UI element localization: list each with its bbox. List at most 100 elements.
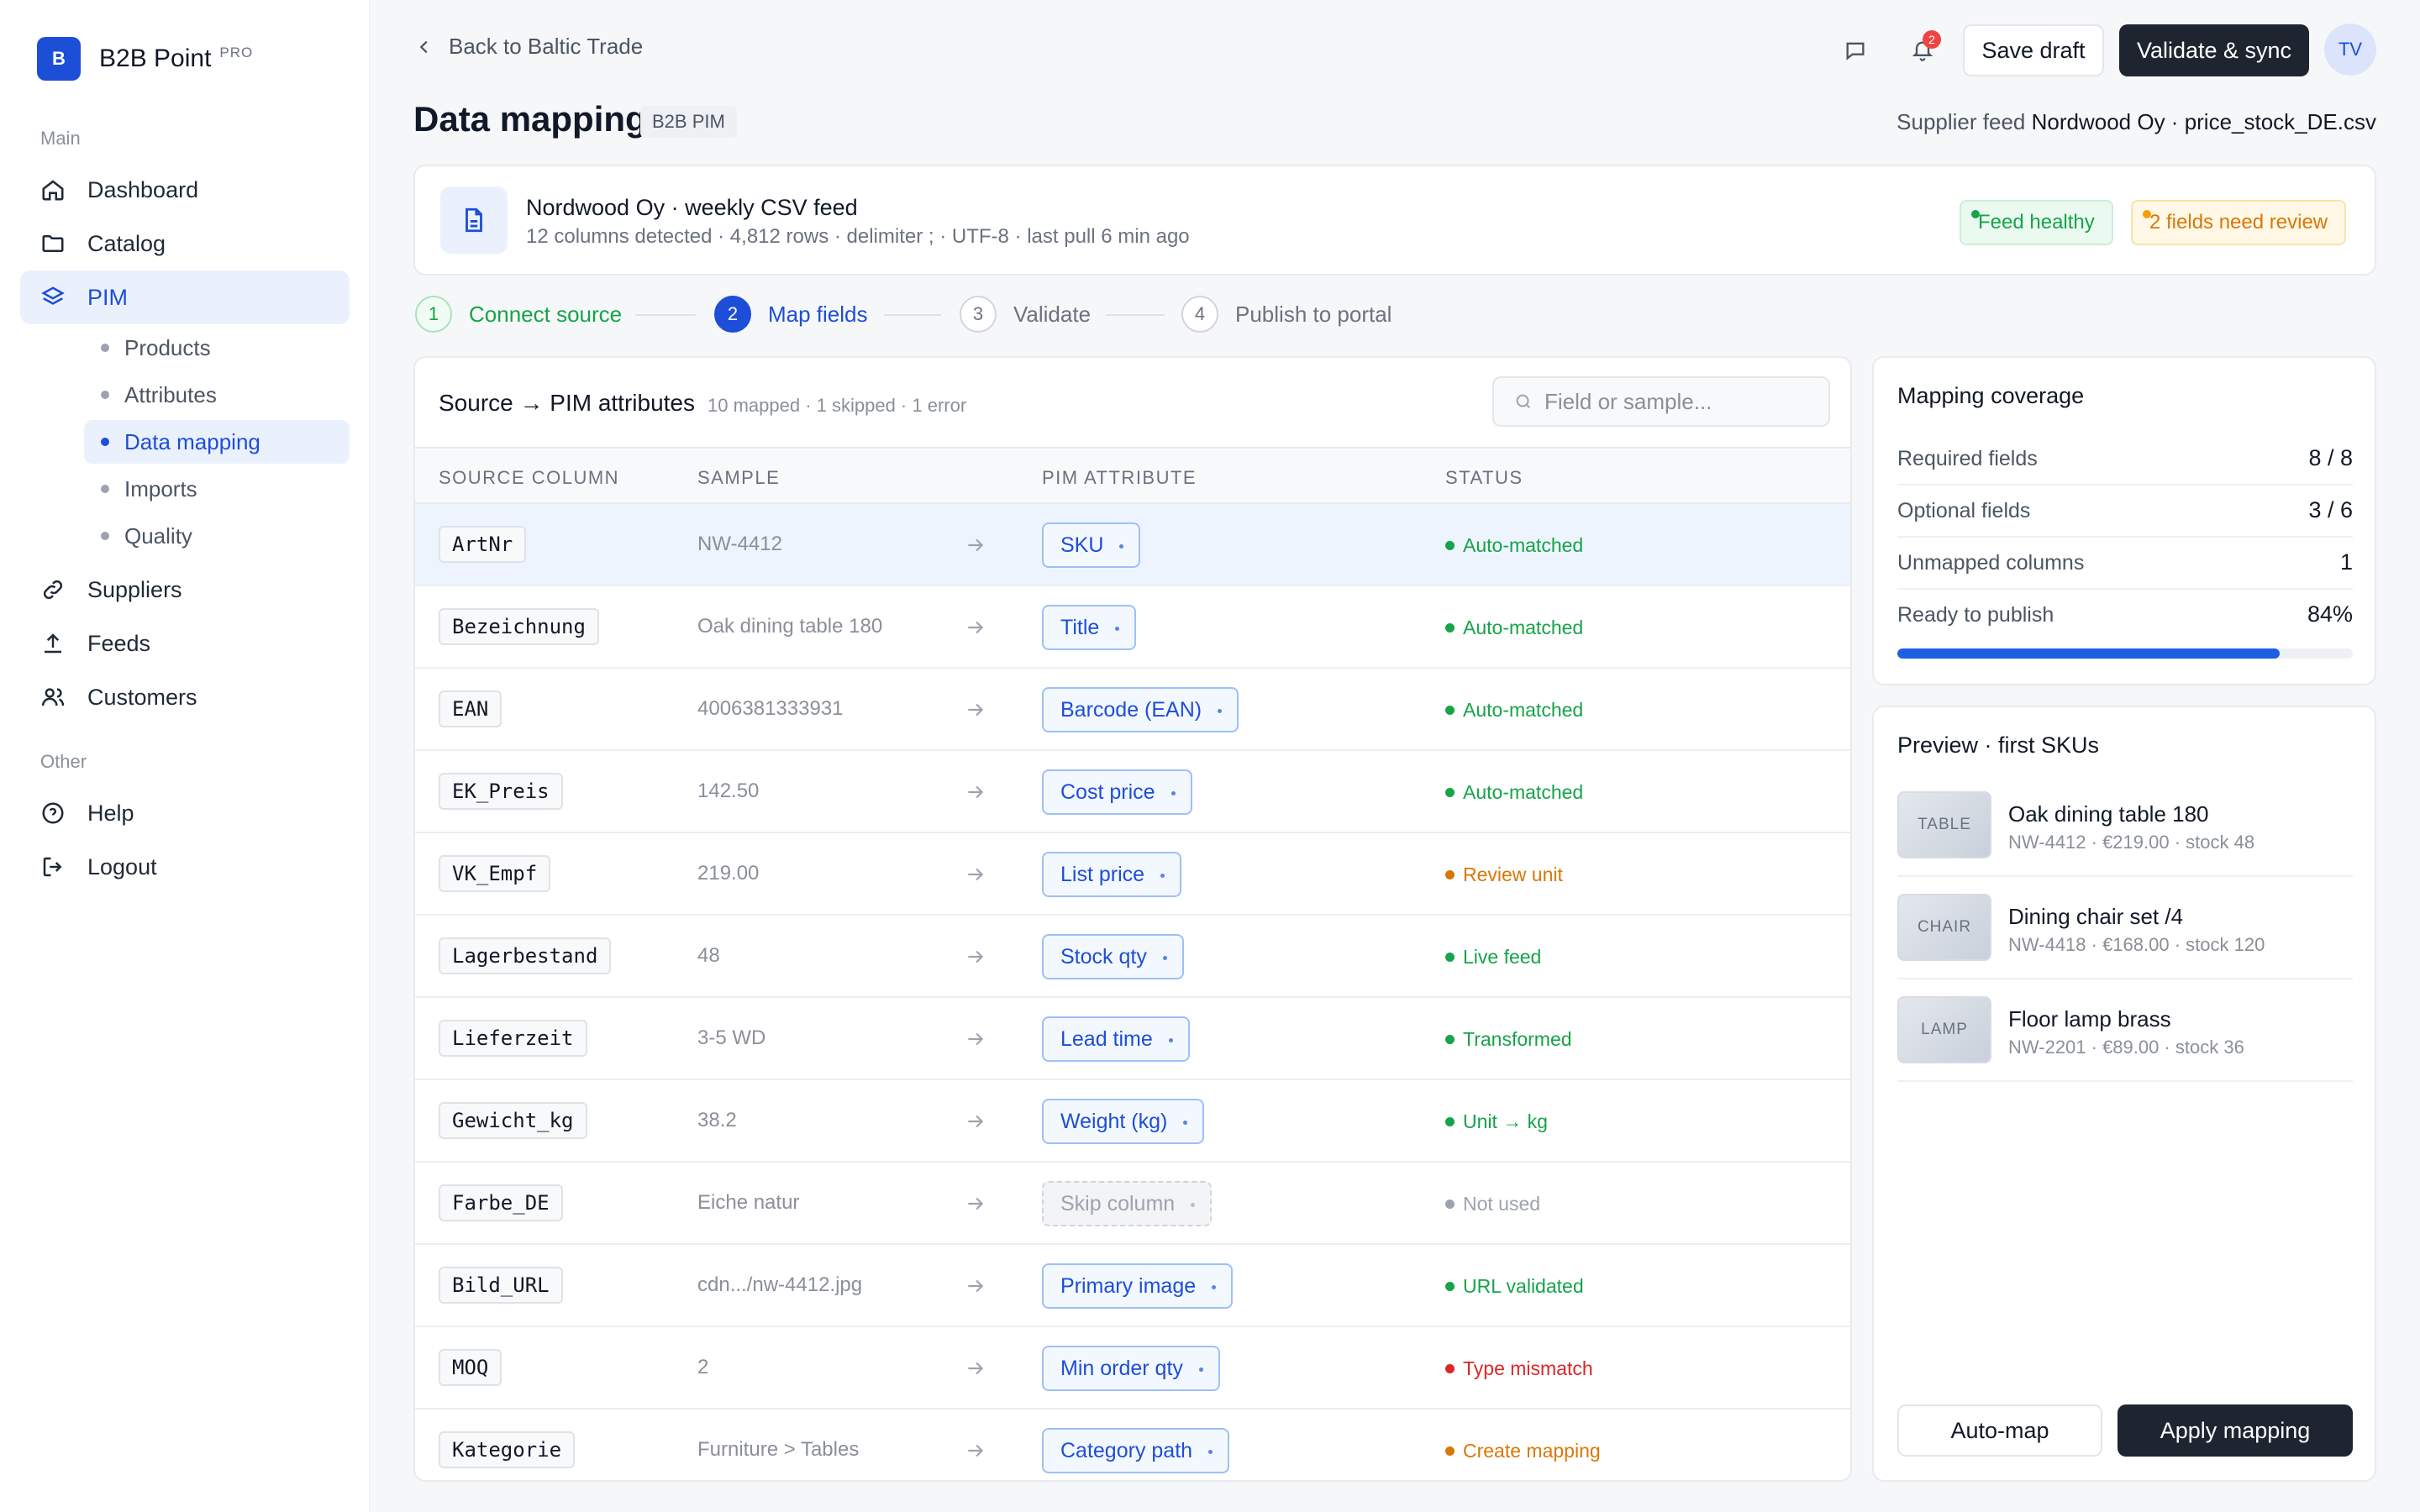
table-row[interactable]: Bezeichnung Oak dining table 180 Title Auto… [415,586,1850,669]
search-box[interactable] [1492,376,1830,427]
sidebar-subitem-attributes[interactable]: Attributes [84,373,350,417]
sidebar-item-pim[interactable]: PIM [20,270,350,324]
sidebar-item-help[interactable]: Help [20,786,350,840]
mapping-status: Auto-matched [1445,699,1583,722]
folder-icon [42,235,64,252]
validate-sync-button[interactable]: Validate & sync [2119,24,2309,76]
back-link[interactable]: Back to Baltic Trade [415,34,643,60]
brand[interactable]: B B2B Point PRO [37,37,253,81]
supplier-prefix: Supplier feed [1897,109,2026,134]
sku-preview-item[interactable]: TABLE Oak dining table 180 NW-4412 · €219.… [1897,774,2353,877]
plan-badge: PRO [219,45,254,60]
pim-attribute-select[interactable]: Skip column [1042,1181,1213,1226]
table-row[interactable]: ArtNr NW-4412 SKU Auto-matched [415,504,1850,586]
mapping-status: Create mapping [1445,1440,1601,1462]
sidebar-subitem-products[interactable]: Products [84,326,350,370]
arrow-right-icon [965,1275,986,1301]
table-row[interactable]: Bild_URL cdn.../nw-4412.jpg Primary image U… [415,1245,1850,1327]
pim-attribute-select[interactable]: Title [1042,605,1137,650]
table-row[interactable]: MOQ 2 Min order qty Type mismatch [415,1327,1850,1410]
title-chip: B2B PIM [640,106,737,138]
feed-title: Nordwood Oy · weekly CSV feed [526,195,858,220]
sample-value: cdn.../nw-4412.jpg [697,1273,863,1296]
arrow-right-icon [965,1110,986,1137]
sidebar-subitem-data-mapping[interactable]: Data mapping [84,420,350,464]
auto-map-button[interactable]: Auto-map [1897,1404,2102,1457]
pim-attribute-select[interactable]: Stock qty [1042,934,1184,979]
sample-value: 142.50 [697,780,760,802]
sku-preview-item[interactable]: CHAIR Dining chair set /4 NW-4418 · €168.0… [1897,877,2353,979]
source-column-chip: Lieferzeit [439,1020,587,1057]
column-header-attribute[interactable]: PIM ATTRIBUTE [1042,467,1197,489]
feed-summary-card: Nordwood Oy · weekly CSV feed 12 columns… [413,165,2376,276]
coverage-value: 1 [2339,549,2353,575]
pim-attribute-select[interactable]: Category path [1042,1428,1230,1473]
pim-attribute-select[interactable]: Weight (kg) [1042,1099,1205,1144]
column-header-sample[interactable]: SAMPLE [697,467,780,489]
messages-button[interactable] [1835,30,1876,71]
table-row[interactable]: Lieferzeit 3-5 WD Lead time Transformed [415,998,1850,1080]
fields-review-badge[interactable]: 2 fields need review [2131,200,2347,245]
mapping-status: Not used [1445,1193,1540,1215]
pim-attribute-select[interactable]: Cost price [1042,769,1192,815]
column-header-status[interactable]: STATUS [1445,467,1523,489]
sample-value: 4006381333931 [697,697,844,720]
save-draft-button[interactable]: Save draft [1963,24,2104,76]
step-publish[interactable]: 4 Publish to portal [1181,296,1392,333]
search-input[interactable] [1544,388,1813,415]
sidebar-item-feeds[interactable]: Feeds [20,617,350,670]
pim-attribute-select[interactable]: List price [1042,852,1182,897]
table-row[interactable]: Farbe_DE Eiche natur Skip column Not used [415,1163,1850,1245]
step-connect-source[interactable]: 1 Connect source [415,296,622,333]
sample-value: Oak dining table 180 [697,615,883,638]
pim-attribute-select[interactable]: SKU [1042,522,1141,568]
sidebar-subitem-imports[interactable]: Imports [84,467,350,511]
sku-name: Dining chair set /4 [2008,904,2184,929]
preview-title: Preview · first SKUs [1897,732,2100,758]
sidebar-item-customers[interactable]: Customers [20,670,350,724]
sidebar-item-label: Help [87,800,134,826]
sku-preview-card: Preview · first SKUs TABLE Oak dining tab… [1872,706,2376,1482]
sku-preview-item[interactable]: LAMP Floor lamp brass NW-2201 · €89.00 · s… [1897,979,2353,1082]
sku-name: Oak dining table 180 [2008,801,2209,827]
source-column-chip: VK_Empf [439,855,551,892]
step-map-fields[interactable]: 2 Map fields [714,296,868,333]
table-row[interactable]: EK_Preis 142.50 Cost price Auto-matched [415,751,1850,833]
table-row[interactable]: VK_Empf 219.00 List price Review unit [415,833,1850,916]
notifications-button[interactable]: 2 [1902,30,1943,71]
avatar[interactable]: TV [2324,24,2376,76]
table-row[interactable]: EAN 4006381333931 Barcode (EAN) Auto-matche… [415,669,1850,751]
sample-value: 3-5 WD [697,1026,766,1049]
sidebar-item-suppliers[interactable]: Suppliers [20,563,350,617]
table-row[interactable]: Kategorie Furniture > Tables Category path… [415,1410,1850,1480]
sidebar-item-label: Customers [87,684,197,710]
sample-value: Furniture > Tables [697,1438,860,1461]
step-validate[interactable]: 3 Validate [960,296,1091,333]
mapping-table-card: Source → PIM attributes 10 mapped · 1 sk… [413,356,1852,1482]
sample-value: 38.2 [697,1109,737,1131]
apply-mapping-button[interactable]: Apply mapping [2118,1404,2353,1457]
pim-attribute-select[interactable]: Min order qty [1042,1346,1220,1391]
sku-name: Floor lamp brass [2008,1006,2171,1032]
pim-attribute-select[interactable]: Primary image [1042,1263,1234,1309]
sku-meta: NW-4412 · €219.00 · stock 48 [2008,832,2255,853]
column-header-source[interactable]: SOURCE COLUMN [439,467,619,489]
search-icon [1516,394,1531,409]
pim-attribute-select[interactable]: Barcode (EAN) [1042,687,1239,732]
sidebar-item-logout[interactable]: Logout [20,840,350,894]
mapping-status: Type mismatch [1445,1357,1593,1380]
step-label: Publish to portal [1235,301,1392,327]
source-column-chip: Lagerbestand [439,937,612,974]
pim-attribute-select[interactable]: Lead time [1042,1016,1190,1062]
step-label: Connect source [469,301,623,327]
sidebar-subitem-quality[interactable]: Quality [84,514,350,558]
source-column-chip: EAN [439,690,502,727]
publish-progress-fill [1897,648,2281,659]
table-row[interactable]: Gewicht_kg 38.2 Weight (kg) Unit → kg [415,1080,1850,1163]
sidebar-item-dashboard[interactable]: Dashboard [20,163,350,217]
arrow-right-icon [965,864,986,890]
step-number: 2 [714,296,751,333]
table-row[interactable]: Lagerbestand 48 Stock qty Live feed [415,916,1850,998]
sidebar-item-catalog[interactable]: Catalog [20,217,350,270]
supplier-feed-info: Supplier feed Nordwood Oy · price_stock_… [1897,109,2376,135]
